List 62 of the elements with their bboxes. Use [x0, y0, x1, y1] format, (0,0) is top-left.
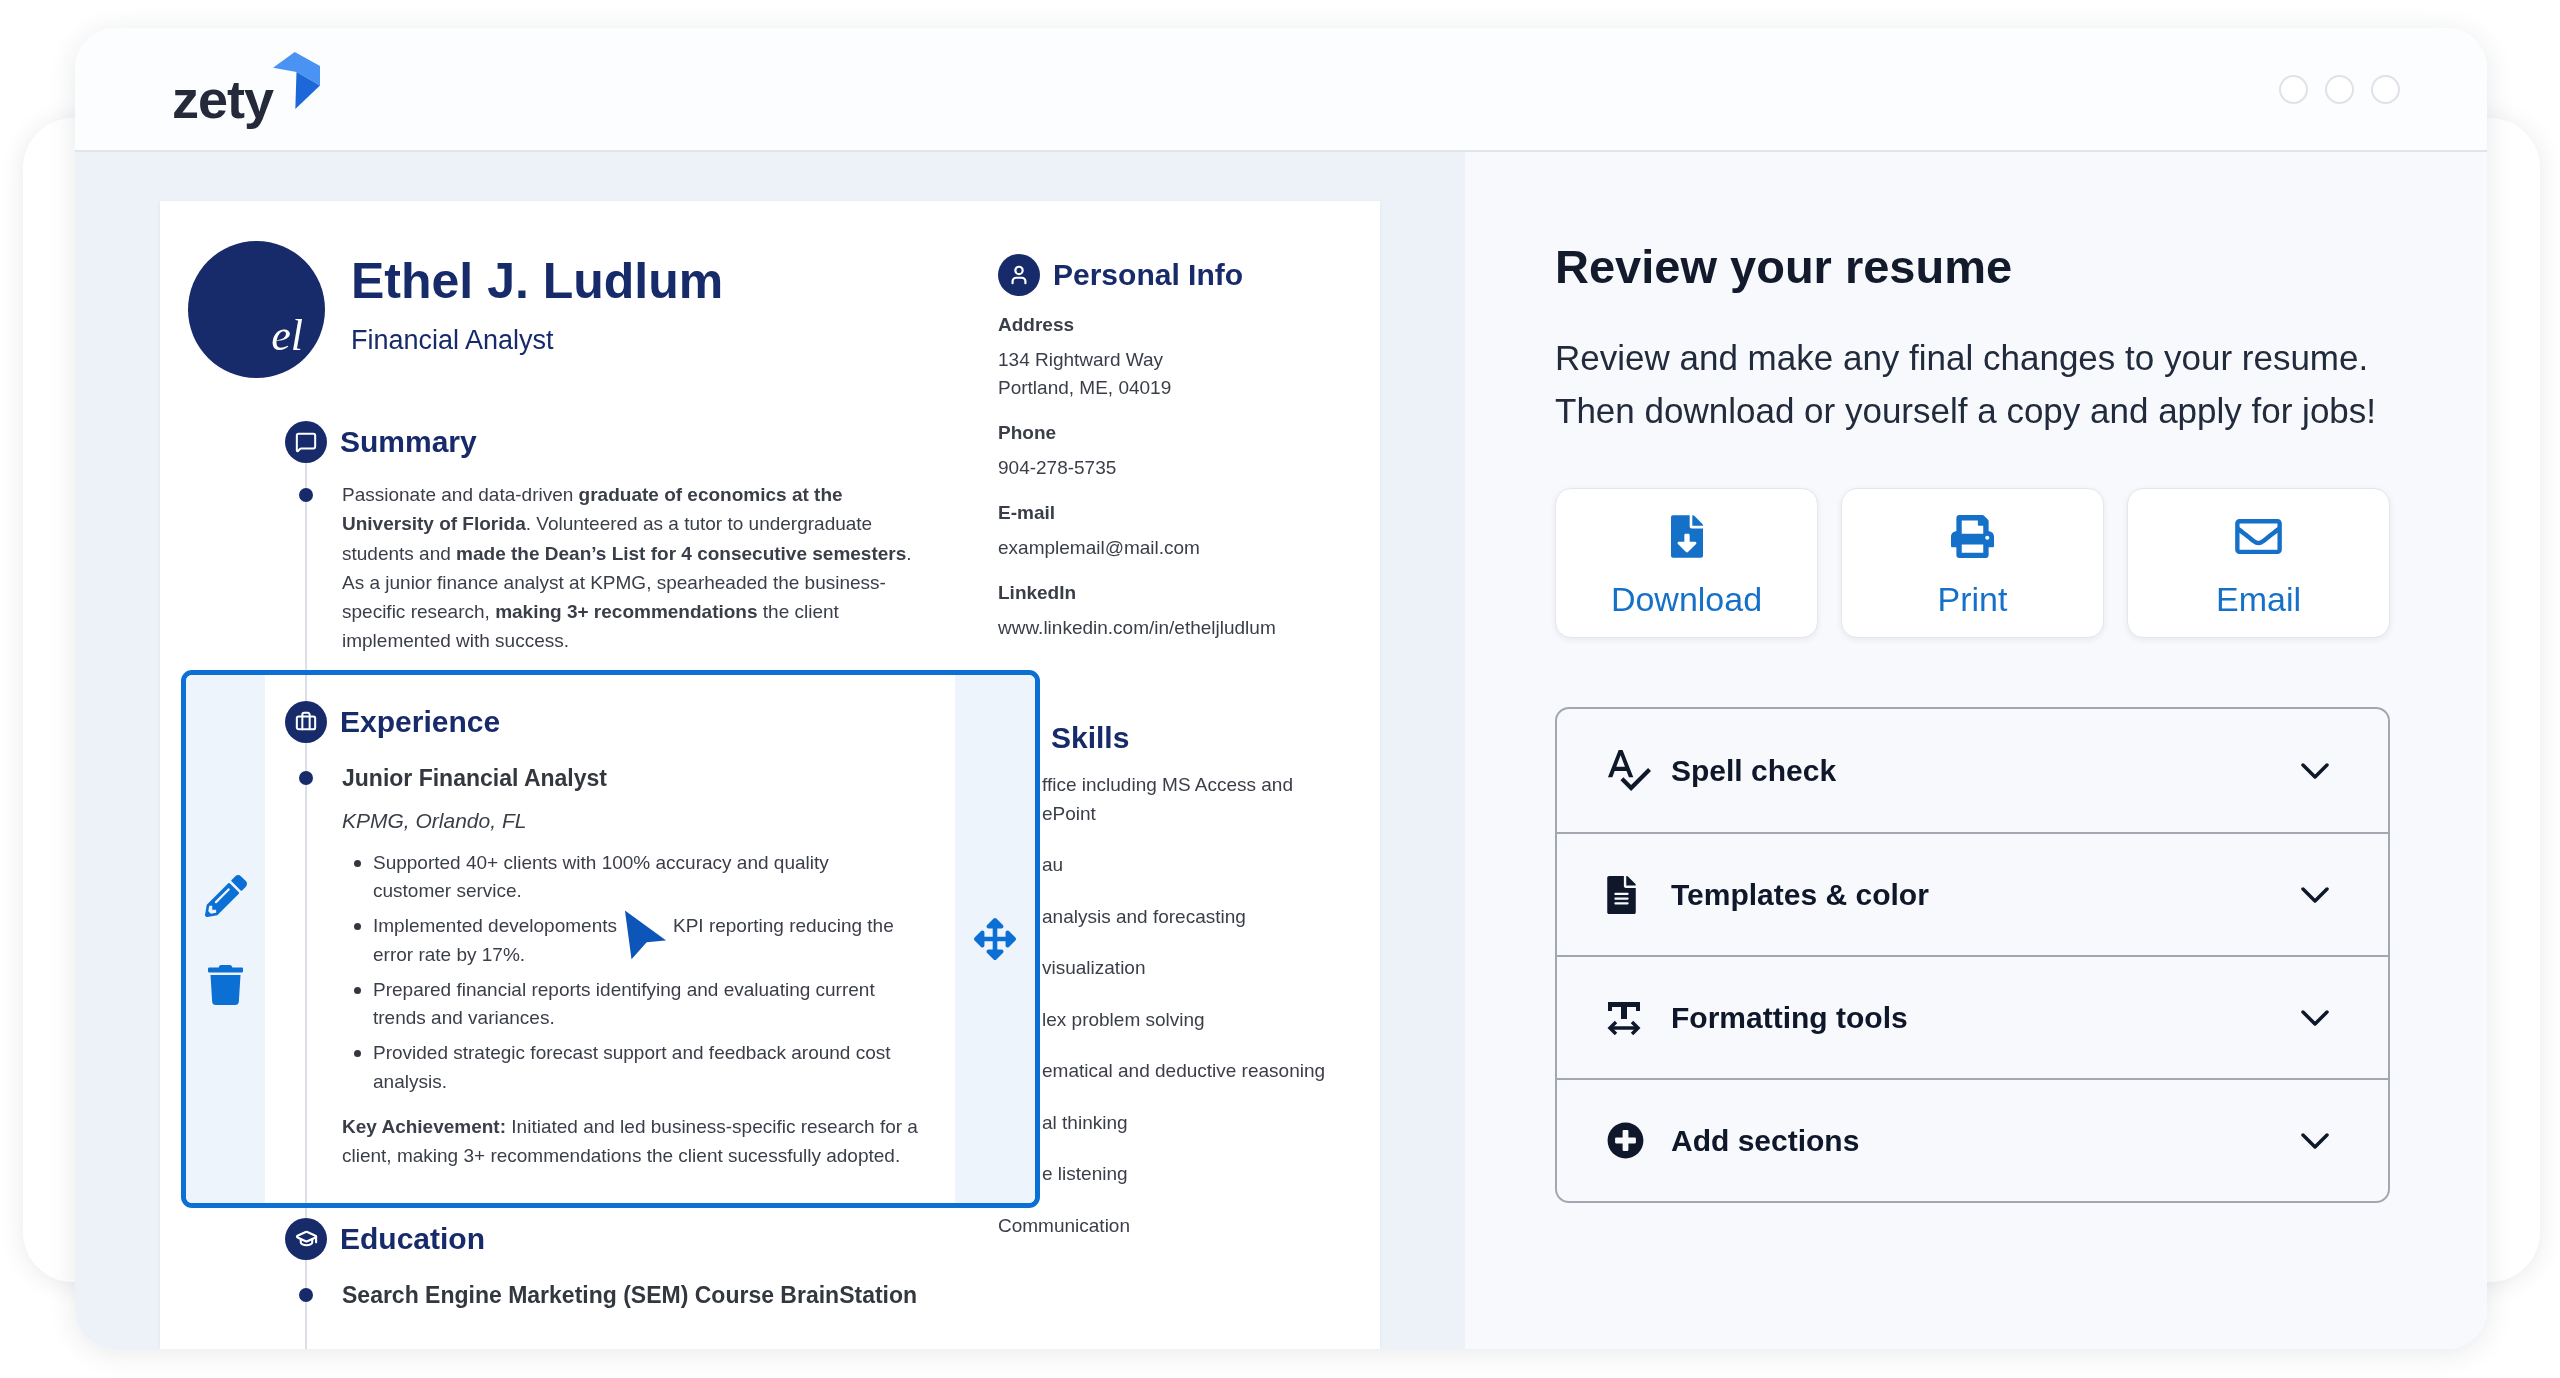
company-text: KPMG, Orlando, FL [342, 807, 528, 834]
entry-title: Junior Financial Analyst [342, 763, 607, 793]
speech-bubble-icon [285, 421, 327, 463]
trash-icon[interactable] [208, 964, 243, 1005]
accordion-header[interactable]: Templates & color [1557, 832, 2388, 955]
text-width-icon [1607, 1000, 1641, 1035]
skill-item: Communication [998, 1213, 1131, 1238]
field-value: examplemail@mail.com [998, 536, 1201, 560]
accordion-header[interactable]: Add sections [1557, 1078, 2388, 1201]
file-download-icon [1670, 515, 1703, 558]
bullet-text: KPI reporting reducing the [673, 914, 894, 939]
print-button[interactable]: Print [1841, 488, 2104, 638]
summary-text: Passionate and data-driven graduate of economics at the University of Florida. Volunteered as a tutor to undergraduate students and made the Dean’s List for 4 consecutive semesters. As a junior finance analyst at KPMG, spearheaded the business-specific research, making 3+ recommendations the client implemented with success. [342, 483, 913, 654]
section-heading: Skills [1051, 720, 1131, 756]
move-arrows-icon[interactable] [974, 917, 1016, 960]
field-label: Phone [998, 421, 1058, 445]
section-heading: Personal Info [1053, 257, 1244, 293]
envelope-icon [2235, 519, 2282, 554]
download-button[interactable]: Download [1555, 488, 1818, 638]
page-title: Review your resume [1555, 239, 2014, 295]
field-label: Address [998, 313, 1076, 337]
skill-item: ematical and deductive reasoning [1042, 1059, 1327, 1083]
section-highlight[interactable] [181, 669, 1040, 1208]
spellcheck-icon [1607, 749, 1651, 792]
job-title: Financial Analyst [351, 324, 555, 356]
key-achievement-text: Key Achievement: Initiated and led business-specific research for a client, making 3+ recommendations the client sucessfully adopted. [342, 1115, 919, 1169]
bullet-text: Supported 40+ clients with 100% accuracy and quality customer service. [373, 851, 829, 902]
field-value: www.linkedin.com/in/etheljludlum [998, 616, 1277, 640]
field-value: Portland, ME, 04019 [998, 376, 1173, 400]
field-value: 134 Rightward Way [998, 348, 1165, 372]
bullet-text: Provided strategic forecast support and feedback around cost analysis. [373, 1042, 891, 1092]
accordion-header[interactable]: Formatting tools [1557, 955, 2388, 1078]
section-heading: Summary [340, 424, 477, 460]
bullet-text: Implemented developoments [373, 914, 617, 939]
field-label: LinkedIn [998, 581, 1078, 605]
person-icon [998, 254, 1040, 296]
graduation-cap-icon [285, 1217, 327, 1260]
skill-item: visualization [1042, 956, 1147, 980]
avatar: el [188, 241, 325, 378]
briefcase-icon [285, 700, 327, 743]
section-heading: Experience [340, 703, 501, 740]
resume-name: Ethel J. Ludlum [351, 253, 724, 309]
document-icon [1607, 875, 1636, 914]
skill-item: au [1042, 853, 1065, 877]
bullet-text: error rate by 17%. [373, 943, 526, 965]
bullet-text: Prepared financial reports identifying and evaluating current trends and variances. [373, 978, 875, 1029]
logo-icon [273, 52, 321, 109]
field-value: 904-278-5735 [998, 456, 1118, 480]
field-label: E-mail [998, 501, 1057, 525]
section-heading: Education [340, 1220, 485, 1257]
skill-item: e listening [1042, 1162, 1129, 1186]
skill-item: lex problem solving [1042, 1007, 1206, 1032]
email-button[interactable]: Email [2127, 488, 2390, 638]
skill-item: al thinking [1042, 1110, 1129, 1135]
mouse-cursor-icon [623, 907, 669, 962]
skill-item: ffice including MS Access and ePoint [1042, 773, 1294, 826]
review-description: Review and make any final changes to your resume. Then download or yourself a copy and apply for jobs! [1555, 337, 2378, 432]
printer-icon [1951, 515, 1994, 558]
entry-title: Search Engine Marketing (SEM) Course BrainStation [342, 1280, 918, 1310]
skill-item: analysis and forecasting [1042, 904, 1247, 929]
accordion-header[interactable]: Spell check [1557, 709, 2388, 832]
pencil-icon[interactable] [204, 874, 247, 917]
